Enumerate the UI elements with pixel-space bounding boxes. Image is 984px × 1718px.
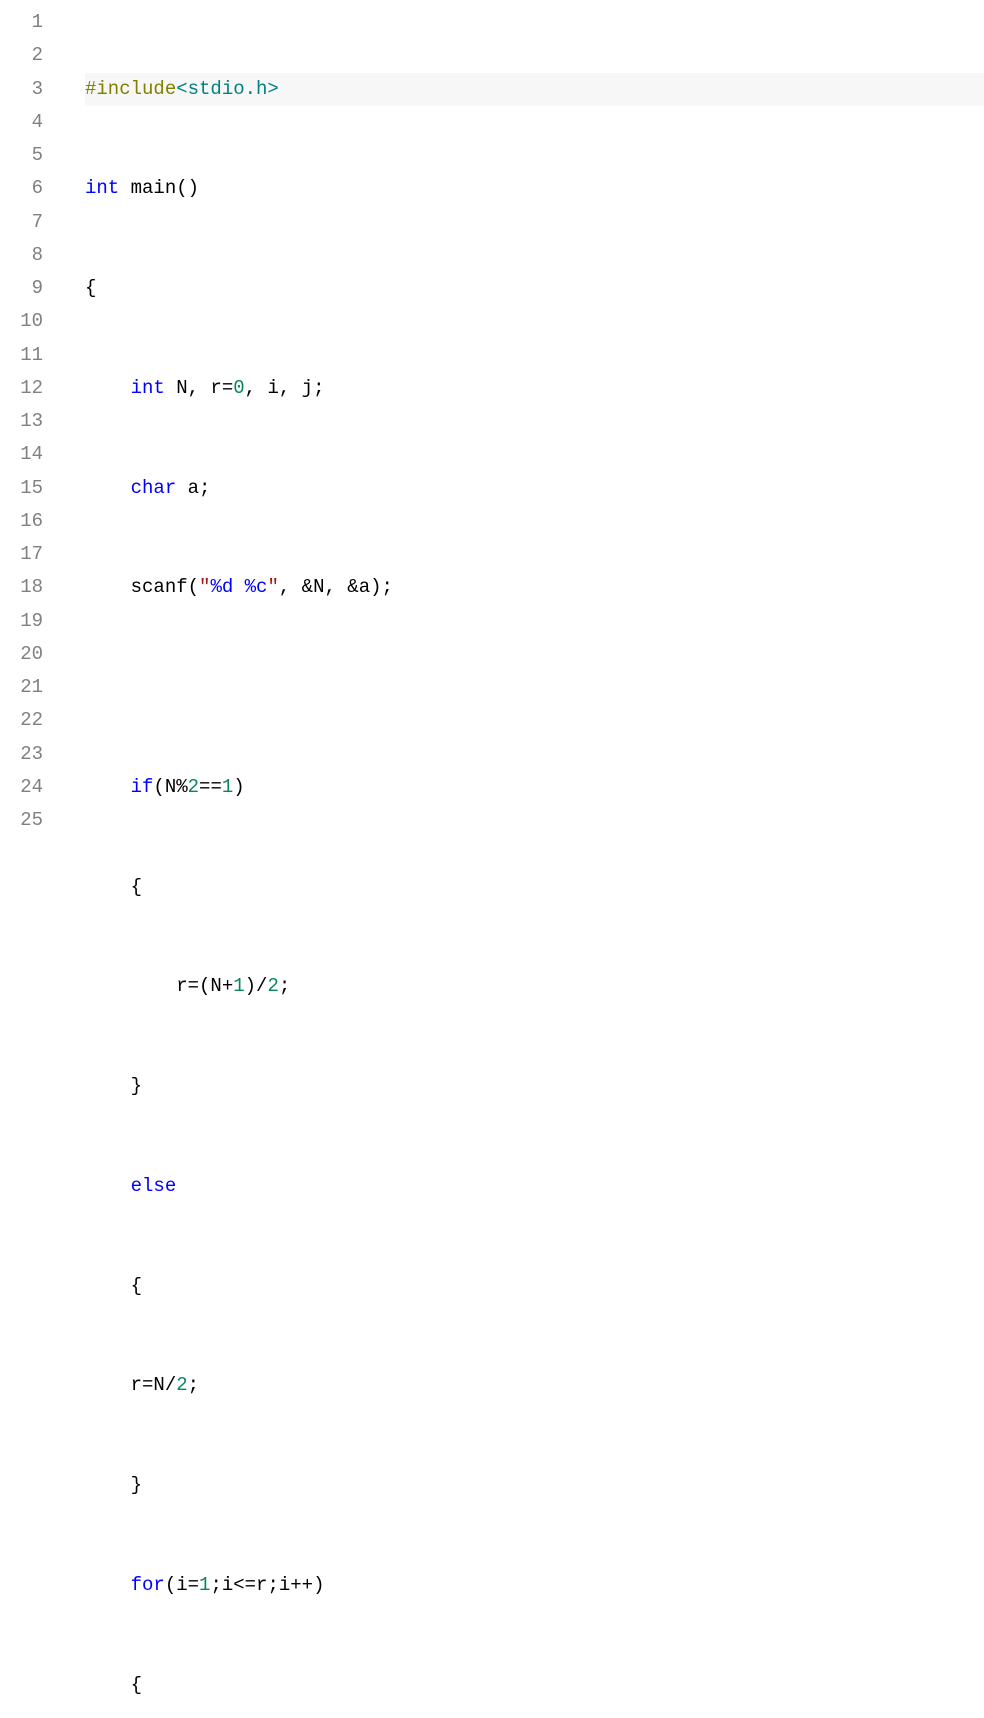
code-line: int main() — [85, 172, 984, 205]
token-args: , &N, &a); — [279, 576, 393, 598]
token-op: )/ — [245, 975, 268, 997]
line-number: 1 — [0, 6, 43, 39]
token-number: 0 — [233, 377, 244, 399]
token-indent — [85, 377, 131, 399]
line-number: 21 — [0, 671, 43, 704]
token-keyword: int — [131, 377, 165, 399]
token-indent — [85, 1175, 131, 1197]
line-number-gutter: 1 2 3 4 5 6 7 8 9 10 11 12 13 14 15 16 1… — [0, 6, 65, 1718]
code-line: for(i=1;i<=r;i++) — [85, 1569, 984, 1602]
token-expr: r=(N+ — [85, 975, 233, 997]
code-line: { — [85, 1270, 984, 1303]
token-keyword: int — [85, 177, 119, 199]
token-indent — [85, 477, 131, 499]
token-semi: ; — [188, 1374, 199, 1396]
token-expr: r=N/ — [85, 1374, 176, 1396]
token-string: " — [199, 576, 210, 598]
line-number: 7 — [0, 206, 43, 239]
line-number: 8 — [0, 239, 43, 272]
token-brace: } — [85, 1075, 142, 1097]
token-ident: , i, j; — [245, 377, 325, 399]
token-brace: } — [85, 1474, 142, 1496]
line-number: 14 — [0, 438, 43, 471]
line-number: 19 — [0, 605, 43, 638]
code-area[interactable]: #include<stdio.h> int main() { int N, r=… — [65, 6, 984, 1718]
token-number: 2 — [188, 776, 199, 798]
token-brace: { — [85, 277, 96, 299]
token-string — [233, 576, 244, 598]
line-number: 25 — [0, 804, 43, 837]
token-keyword: if — [131, 776, 154, 798]
token-brace: { — [85, 1275, 142, 1297]
line-number: 15 — [0, 472, 43, 505]
token-ident: a; — [176, 477, 210, 499]
token-brace: { — [85, 1674, 142, 1696]
token-preprocessor: #include — [85, 78, 176, 100]
line-number: 4 — [0, 106, 43, 139]
token-expr: ;i<=r;i++) — [210, 1574, 324, 1596]
token-indent — [85, 776, 131, 798]
token-op: == — [199, 776, 222, 798]
token-keyword: for — [131, 1574, 165, 1596]
token-string: " — [267, 576, 278, 598]
token-call: scanf( — [85, 576, 199, 598]
token-number: 1 — [199, 1574, 210, 1596]
code-editor: 1 2 3 4 5 6 7 8 9 10 11 12 13 14 15 16 1… — [0, 6, 984, 1718]
line-number: 20 — [0, 638, 43, 671]
token-indent — [85, 1574, 131, 1596]
code-line — [85, 671, 984, 704]
code-line: { — [85, 1669, 984, 1702]
line-number: 3 — [0, 73, 43, 106]
line-number: 5 — [0, 139, 43, 172]
code-line: #include<stdio.h> — [85, 73, 984, 106]
code-line: { — [85, 871, 984, 904]
token-expr: (i= — [165, 1574, 199, 1596]
line-number: 12 — [0, 372, 43, 405]
line-number: 17 — [0, 538, 43, 571]
code-line: int N, r=0, i, j; — [85, 372, 984, 405]
token-number: 2 — [267, 975, 278, 997]
line-number: 16 — [0, 505, 43, 538]
line-number: 24 — [0, 771, 43, 804]
code-line: if(N%2==1) — [85, 771, 984, 804]
line-number: 23 — [0, 738, 43, 771]
line-number: 2 — [0, 39, 43, 72]
code-line: } — [85, 1070, 984, 1103]
token-ident: main() — [119, 177, 199, 199]
line-number: 18 — [0, 571, 43, 604]
line-number: 11 — [0, 339, 43, 372]
token-semi: ; — [279, 975, 290, 997]
token-paren: ) — [233, 776, 244, 798]
token-keyword: char — [131, 477, 177, 499]
token-expr: (N% — [153, 776, 187, 798]
code-line: scanf("%d %c", &N, &a); — [85, 571, 984, 604]
token-ident: N, r= — [165, 377, 233, 399]
line-number: 10 — [0, 305, 43, 338]
line-number: 9 — [0, 272, 43, 305]
code-line: else — [85, 1170, 984, 1203]
token-number: 2 — [176, 1374, 187, 1396]
code-line: r=(N+1)/2; — [85, 970, 984, 1003]
token-number: 1 — [233, 975, 244, 997]
token-number: 1 — [222, 776, 233, 798]
token-format: %c — [245, 576, 268, 598]
token-format: %d — [210, 576, 233, 598]
token-header: <stdio.h> — [176, 78, 279, 100]
line-number: 6 — [0, 172, 43, 205]
code-line: char a; — [85, 472, 984, 505]
line-number: 13 — [0, 405, 43, 438]
line-number: 22 — [0, 704, 43, 737]
code-line: } — [85, 1469, 984, 1502]
code-line: r=N/2; — [85, 1369, 984, 1402]
token-keyword: else — [131, 1175, 177, 1197]
code-line: { — [85, 272, 984, 305]
token-brace: { — [85, 876, 142, 898]
